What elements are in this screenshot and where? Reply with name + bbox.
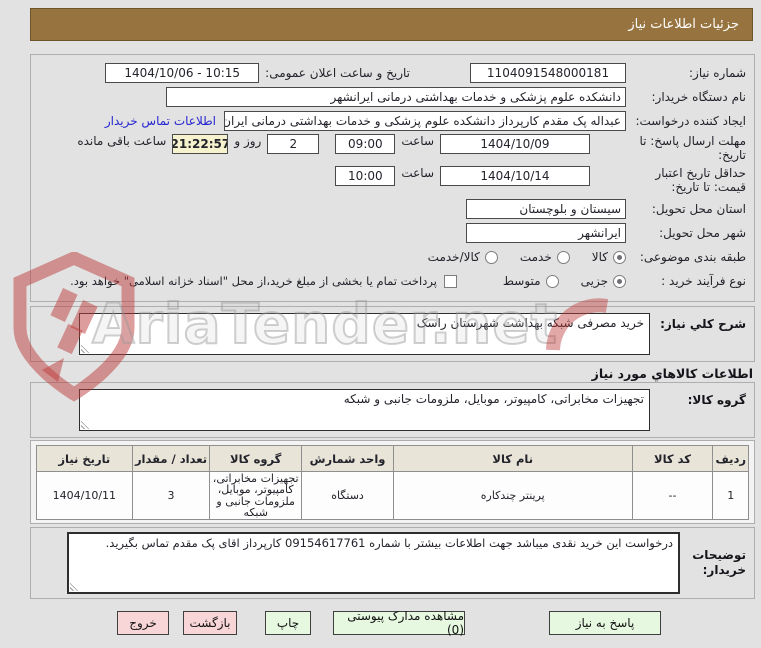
purchase-process-label: نوع فرآیند خرید : [661,274,746,288]
radio-goods-label: کالا [591,250,608,264]
buyer-notes-section: توضیحات خریدار: درخواست این خرید نقدی می… [30,527,755,599]
col-row: ردیف [712,445,749,472]
radio-goods-service-label: کالا/خدمت [427,250,480,264]
radio-medium-label: متوسط [502,274,541,288]
validity-time-field[interactable]: 10:00 [335,166,396,186]
cell-name: پرینتر چندکاره [392,471,633,520]
radio-minor-label: جزیی [580,274,608,288]
goods-group-section: گروه کالا: تجهیزات مخابراتی، کامپیوتر، م… [30,382,755,438]
request-creator-row: ایجاد کننده درخواست: عبداله پک مقدم کارپ… [37,110,746,132]
radio-goods[interactable] [613,250,626,264]
treasury-checkbox[interactable] [443,274,457,288]
response-deadline-label: مهلت ارسال پاسخ: تا تاریخ: [639,134,746,162]
radio-goods-service[interactable] [484,250,498,264]
view-attachments-button[interactable]: مشاهده مدارک پیوستی (0) [333,609,465,637]
request-creator-label: ایجاد کننده درخواست: [635,114,746,128]
main-info-section: شماره نیاز: 1104091548000181 تاریخ و ساع… [30,54,755,302]
exit-button[interactable]: خروج [117,611,169,635]
request-creator-field[interactable]: عبداله پک مقدم کارپرداز دانشکده علوم پزش… [224,111,626,131]
col-code: کد کالا [631,445,714,472]
countdown-label: ساعت باقی مانده [77,134,167,148]
print-button[interactable]: چاپ [265,611,311,635]
col-date: تاریخ نیاز [36,445,133,472]
goods-table: ردیف کد کالا نام کالا واحد شمارش گروه کا… [36,445,749,520]
radio-service-label: خدمت [519,250,552,264]
radio-minor[interactable] [613,274,626,288]
col-name: نام کالا [392,445,633,472]
goods-group-textarea[interactable]: تجهیزات مخابراتی، کامپیوتر، موبایل، ملزو… [79,389,650,431]
cell-date: 1404/10/11 [36,471,133,520]
treasury-note: پرداخت تمام یا بخشی از مبلغ خرید،از محل … [70,274,437,288]
deadline-hour-label: ساعت [401,134,434,148]
buyer-contact-link[interactable]: اطلاعات تماس خریدار [105,114,216,128]
need-number-field[interactable]: 1104091548000181 [470,63,626,83]
cell-qty: 3 [131,471,211,520]
deadline-time-field[interactable]: 09:00 [335,134,396,154]
goods-table-row: 1 -- پرینتر چندکاره دستگاه تجهیزات مخابر… [36,471,749,520]
validity-date-field[interactable]: 1404/10/14 [440,166,590,186]
radio-medium[interactable] [545,274,559,288]
cell-group: تجهیزات مخابراتی، کامپیوتر، موبایل، ملزو… [209,471,303,520]
province-field[interactable]: سیستان و بلوچستان [466,199,626,219]
action-button-bar: پاسخ به نیاز مشاهده مدارک پیوستی (0) چاپ… [0,609,761,637]
city-field[interactable]: ایرانشهر [466,223,626,243]
col-unit: واحد شمارش [301,445,394,472]
col-qty: تعداد / مقدار [131,445,211,472]
col-group: گروه کالا [209,445,303,472]
general-desc-section: شرح کلي نیاز: خرید مصرفی شبکه بهداشت شهر… [30,306,755,362]
days-remaining-field[interactable]: 2 [267,134,320,154]
price-validity-row: حداقل تاریخ اعتبار قیمت: تا تاریخ: 1404/… [37,166,746,196]
response-deadline-row: مهلت ارسال پاسخ: تا تاریخ: 1404/10/09 سا… [37,134,746,164]
province-row: استان محل تحویل: سیستان و بلوچستان [37,198,746,220]
price-validity-label: حداقل تاریخ اعتبار قیمت: تا تاریخ: [655,166,746,194]
goods-table-section: ردیف کد کالا نام کالا واحد شمارش گروه کا… [30,440,755,524]
subject-class-label: طبقه بندی موضوعی: [639,250,746,264]
city-row: شهر محل تحویل: ایرانشهر [37,222,746,244]
goods-group-label: گروه کالا: [687,393,746,407]
need-number-row: شماره نیاز: 1104091548000181 تاریخ و ساع… [37,62,746,84]
buyer-notes-textarea[interactable]: درخواست این خرید نقدی میباشد جهت اطلاعات… [67,532,680,594]
page-title: جزئیات اطلاعات نیاز [30,8,753,41]
buyer-name-field[interactable]: دانشکده علوم پزشکی و خدمات بهداشتی درمان… [166,87,626,107]
city-label: شهر محل تحویل: [659,226,746,240]
cell-code: -- [631,471,714,520]
countdown-timer: 21:22:57 [172,134,229,154]
goods-table-header-row: ردیف کد کالا نام کالا واحد شمارش گروه کا… [36,445,749,472]
buyer-name-label: نام دستگاه خریدار: [651,90,747,104]
days-label: روز و [234,134,262,148]
buyer-name-row: نام دستگاه خریدار: دانشکده علوم پزشکی و … [37,86,746,108]
validity-hour-label: ساعت [401,166,434,180]
back-button[interactable]: بازگشت [183,611,237,635]
announce-datetime-field[interactable]: 1404/10/06 - 10:15 [105,63,260,83]
radio-service[interactable] [556,250,570,264]
goods-info-title: اطلاعات کالاهاي مورد نیاز [591,366,753,381]
deadline-date-field[interactable]: 1404/10/09 [440,134,590,154]
purchase-process-row: نوع فرآیند خرید : جزیی متوسط پرداخت تمام… [37,270,746,292]
province-label: استان محل تحویل: [651,202,746,216]
general-desc-label: شرح کلي نیاز: [660,317,746,331]
tender-detail-page: جزئیات اطلاعات نیاز شماره نیاز: 11040915… [0,0,761,648]
buyer-notes-label: توضیحات خریدار: [692,548,746,577]
need-number-label: شماره نیاز: [689,66,746,80]
announce-datetime-label: تاریخ و ساعت اعلان عمومی: [265,66,410,80]
cell-row: 1 [712,471,749,520]
subject-class-row: طبقه بندی موضوعی: کالا خدمت کالا/خدمت [37,246,746,268]
general-desc-textarea[interactable]: خرید مصرفی شبکه بهداشت شهرستان راسک [79,313,650,355]
cell-unit: دستگاه [301,471,394,520]
respond-button[interactable]: پاسخ به نیاز [549,611,661,635]
